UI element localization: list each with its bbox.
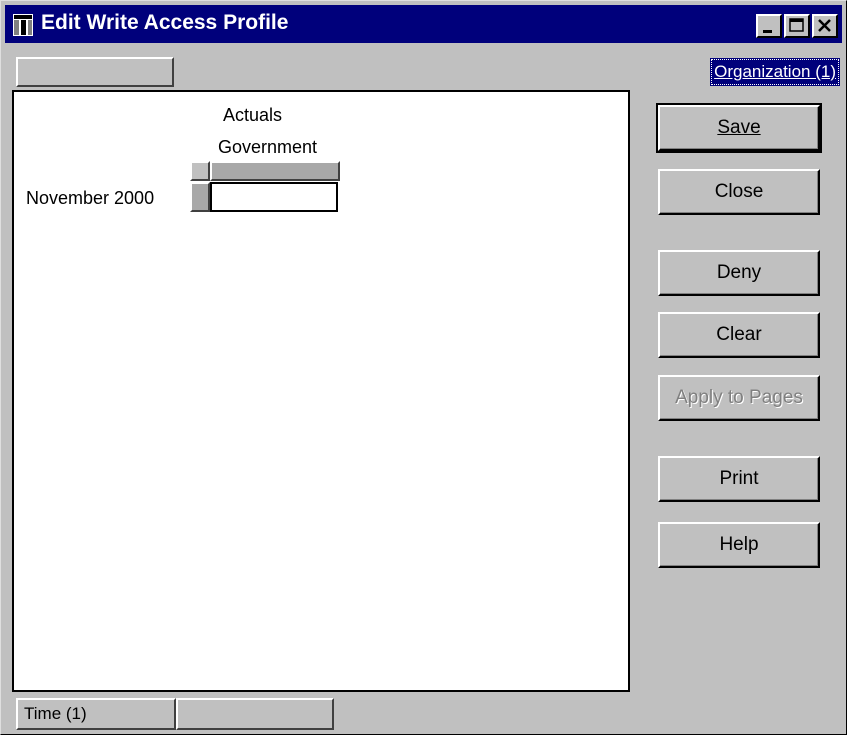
maximize-button[interactable] <box>784 14 810 38</box>
edit-write-access-profile-window: Edit Write Access Profile Organization (… <box>0 0 847 735</box>
row-label-november-2000: November 2000 <box>26 188 155 208</box>
time-tab-label: Time (1) <box>24 704 87 723</box>
save-button-label: Save <box>717 117 761 138</box>
close-button-label: Close <box>714 181 764 202</box>
row-selector-november-2000[interactable] <box>190 182 210 212</box>
time-dimension-tab[interactable]: Time (1) <box>16 698 176 730</box>
clear-button-label: Clear <box>716 324 762 345</box>
print-button[interactable]: Print <box>658 456 820 502</box>
close-window-button[interactable] <box>812 14 838 38</box>
top-header-tab[interactable] <box>16 57 174 87</box>
minimize-icon <box>763 30 772 33</box>
window-title: Edit Write Access Profile <box>41 11 289 34</box>
close-icon <box>818 19 831 32</box>
save-button[interactable]: Save <box>656 103 822 153</box>
column-selector-government[interactable] <box>210 161 340 181</box>
help-button[interactable]: Help <box>658 522 820 568</box>
column-header-government: Government <box>218 137 318 157</box>
deny-button-label: Deny <box>716 262 762 283</box>
organization-dimension-link[interactable]: Organization (1) <box>710 58 840 86</box>
close-button[interactable]: Close <box>658 169 820 215</box>
print-button-label: Print <box>719 468 759 489</box>
apply-to-pages-button-label: Apply to Pages <box>675 387 803 408</box>
minimize-button[interactable] <box>756 14 782 38</box>
column-header-actuals: Actuals <box>223 105 283 125</box>
title-bar[interactable]: Edit Write Access Profile <box>5 5 842 43</box>
app-icon <box>13 14 33 36</box>
help-button-label: Help <box>719 534 759 555</box>
bottom-empty-tab[interactable] <box>176 698 334 730</box>
access-cell[interactable] <box>210 182 338 212</box>
clear-button[interactable]: Clear <box>658 312 820 358</box>
apply-to-pages-button[interactable]: Apply to Pages <box>658 375 820 421</box>
deny-button[interactable]: Deny <box>658 250 820 296</box>
maximize-icon <box>789 18 804 32</box>
column-corner-selector[interactable] <box>190 161 210 181</box>
